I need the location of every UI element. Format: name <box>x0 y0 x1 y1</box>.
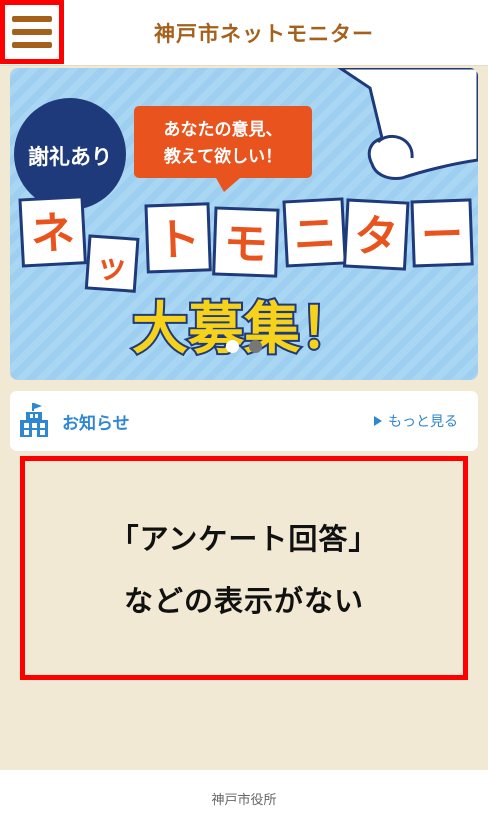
notice-box: 「アンケート回答」 などの表示がない <box>20 456 468 680</box>
banner-carousel[interactable]: 謝礼あり あなたの意見、 教えて欲しい！ ネ ッ ト モ ニ タ ー 大募集！ <box>10 68 478 380</box>
menu-bar <box>12 29 52 35</box>
hamburger-menu-icon[interactable] <box>0 0 64 64</box>
reward-badge-text: 謝礼あり <box>28 145 112 169</box>
footer: 神戸市役所 <box>0 770 488 826</box>
banner-image: 謝礼あり あなたの意見、 教えて欲しい！ ネ ッ ト モ ニ タ ー 大募集！ <box>10 68 478 380</box>
app-header: 神戸市ネットモニター <box>0 0 488 66</box>
more-link-label: もっと見る <box>388 414 458 430</box>
play-arrow-icon <box>374 416 382 426</box>
title-card-char: タ <box>353 210 400 263</box>
notice-line-1: 「アンケート回答」 <box>109 522 379 556</box>
menu-bar <box>12 42 52 48</box>
notice-line-2: などの表示がない <box>123 584 364 618</box>
more-link[interactable]: もっと見る <box>374 391 458 451</box>
news-title: お知らせ <box>62 413 130 434</box>
menu-bar <box>12 16 52 22</box>
page-title: 神戸市ネットモニター <box>154 22 374 46</box>
carousel-dots <box>0 340 488 354</box>
building-icon <box>20 403 48 437</box>
speech-line-2: 教えて欲しい！ <box>163 146 282 167</box>
carousel-dot[interactable] <box>249 340 262 353</box>
title-card-char: ネ <box>30 207 77 260</box>
footer-text: 神戸市役所 <box>211 792 277 808</box>
speech-bubble <box>134 106 312 178</box>
carousel-dot-active[interactable] <box>226 340 239 353</box>
speech-line-1: あなたの意見、 <box>164 119 283 140</box>
title-card-char: ニ <box>292 208 337 259</box>
news-card[interactable]: お知らせ もっと見る <box>10 391 478 451</box>
title-card-char: モ <box>223 218 269 271</box>
title-card-char: ッ <box>95 247 130 287</box>
title-card-char: ト <box>155 214 201 267</box>
title-card-char: ー <box>420 209 464 259</box>
